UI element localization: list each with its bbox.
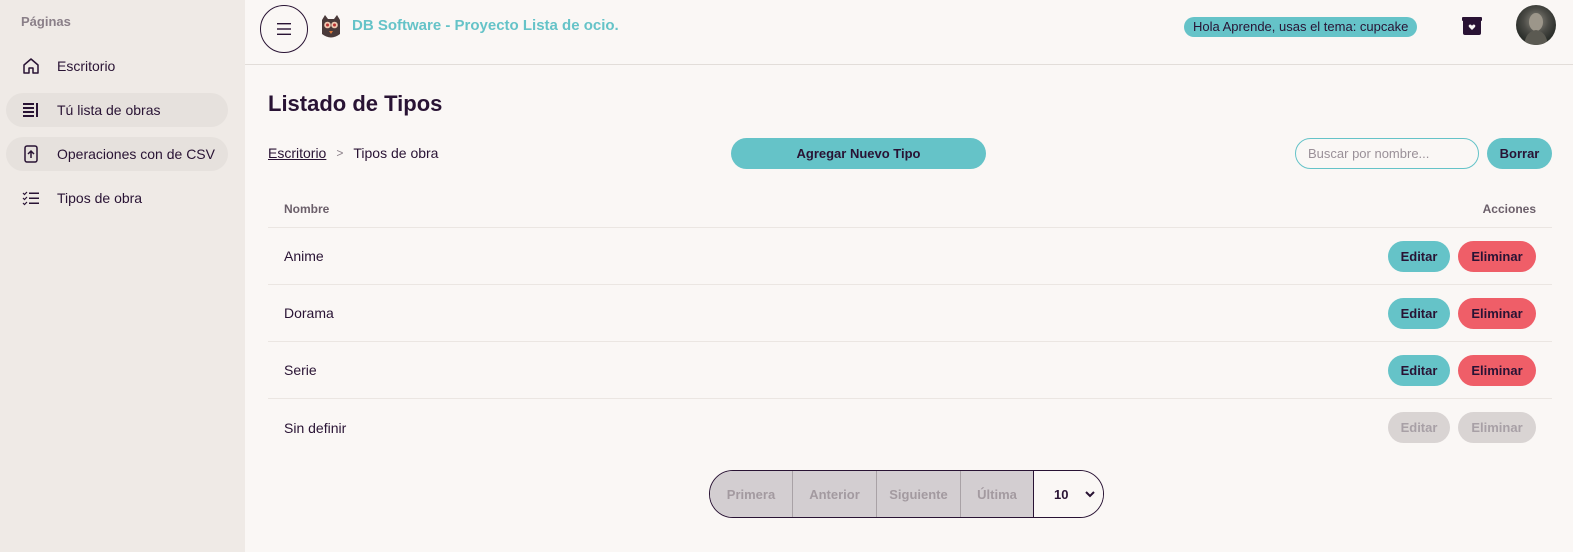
prev-page-button[interactable]: Anterior [793,471,877,517]
type-name: Sin definir [284,419,347,436]
avatar[interactable] [1516,5,1556,45]
type-name: Anime [284,248,324,264]
types-table: Nombre Acciones Anime Editar Eliminar Do… [268,190,1552,456]
per-page-select[interactable]: 10 [1034,471,1103,517]
delete-button-disabled: Eliminar [1458,412,1536,443]
app-title[interactable]: DB Software - Proyecto Lista de ocio. [352,17,619,34]
per-page-value: 10 [1054,486,1069,502]
delete-button[interactable]: Eliminar [1458,240,1536,272]
first-page-button[interactable]: Primera [710,471,793,517]
sidebar-item-lista-obras[interactable]: Tú lista de obras [6,93,228,127]
home-icon [21,56,41,76]
next-page-button[interactable]: Siguiente [877,471,961,517]
last-page-button[interactable]: Última [961,471,1034,517]
top-navbar: DB Software - Proyecto Lista de ocio. Ho… [245,0,1573,65]
upload-file-icon [21,144,41,164]
sidebar-item-escritorio[interactable]: Escritorio [6,49,228,83]
search-input[interactable] [1295,138,1479,169]
breadcrumb-current: Tipos de obra [353,145,439,161]
breadcrumb: Escritorio > Tipos de obra [268,145,438,161]
column-header-name: Nombre [284,201,330,216]
edit-button-disabled: Editar [1388,412,1450,443]
sidebar-item-label: Tipos de obra [57,190,143,206]
table-row: Anime Editar Eliminar [268,228,1552,285]
sidebar-item-label: Escritorio [57,58,116,74]
pagination: Primera Anterior Siguiente Última 10 [709,470,1104,518]
owl-logo-icon [322,15,340,38]
user-greeting-badge: Hola Aprende, usas el tema: cupcake [1184,17,1418,37]
sidebar-item-csv[interactable]: Operaciones con de CSV [6,137,228,171]
sidebar-item-tipos-obra[interactable]: Tipos de obra [6,181,228,215]
sidebar: Páginas Escritorio Tú lista de obras Ope… [0,0,245,552]
breadcrumb-home-link[interactable]: Escritorio [268,145,326,161]
user-photo-icon [1524,13,1548,45]
edit-button[interactable]: Editar [1388,354,1450,386]
chevron-right-icon: > [336,146,344,160]
table-row: Sin definir Editar Eliminar [268,399,1552,456]
theme-box-icon[interactable] [1461,15,1483,37]
type-name: Serie [284,362,317,378]
list-icon [21,100,41,120]
hamburger-icon [277,23,291,35]
sidebar-item-label: Tú lista de obras [57,102,161,118]
edit-button[interactable]: Editar [1388,240,1450,272]
chevron-down-icon [1085,490,1095,497]
sidebar-item-label: Operaciones con de CSV [57,146,215,162]
list-check-icon [21,188,41,208]
sidebar-title: Páginas [21,14,71,29]
table-row: Serie Editar Eliminar [268,342,1552,399]
edit-button[interactable]: Editar [1388,297,1450,329]
clear-button[interactable]: Borrar [1487,138,1552,169]
add-type-button[interactable]: Agregar Nuevo Tipo [731,138,986,169]
column-header-actions: Acciones [1482,201,1536,216]
menu-toggle-button[interactable] [260,5,308,53]
table-header: Nombre Acciones [268,190,1552,228]
type-name: Dorama [284,305,334,321]
table-row: Dorama Editar Eliminar [268,285,1552,342]
page-title: Listado de Tipos [268,91,443,116]
delete-button[interactable]: Eliminar [1458,297,1536,329]
delete-button[interactable]: Eliminar [1458,354,1536,386]
